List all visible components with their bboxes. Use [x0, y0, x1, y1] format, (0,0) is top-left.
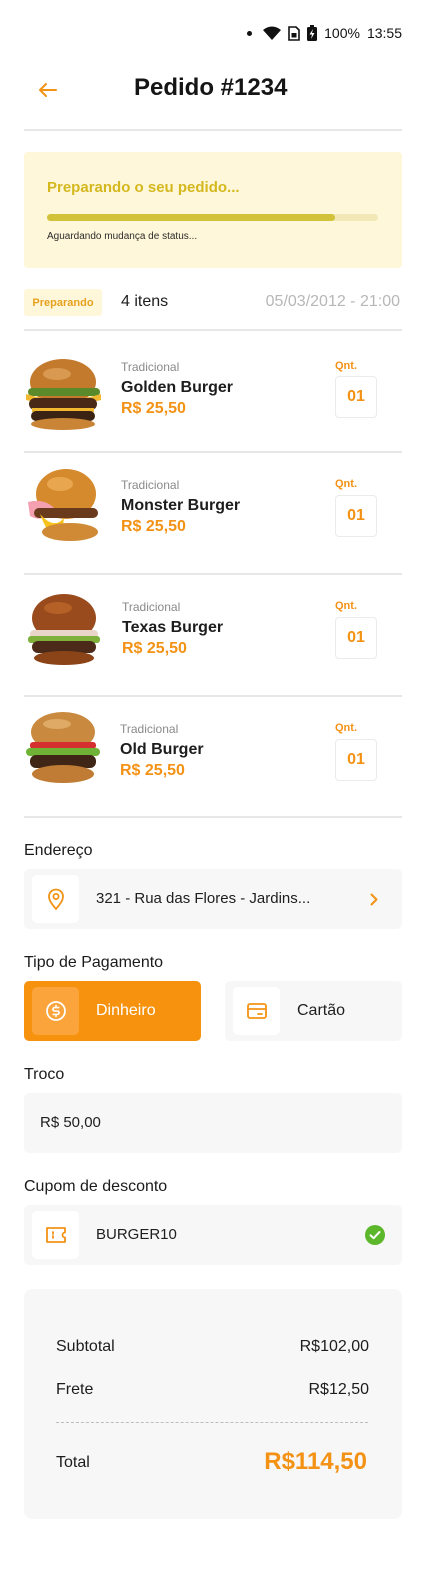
sim-icon [288, 25, 300, 41]
clock: 13:55 [366, 25, 402, 41]
coupon-label: Cupom de desconto [24, 1178, 168, 1195]
item-divider [24, 695, 402, 697]
order-totals-card: Subtotal R$102,00 Frete R$12,50 Total R$… [24, 1289, 402, 1519]
order-item[interactable]: Tradicional Monster Burger R$ 25,50 Qnt.… [24, 458, 402, 578]
item-category: Tradicional [121, 478, 180, 492]
burger-image [26, 712, 100, 783]
total-label: Total [56, 1454, 90, 1471]
qty-value[interactable]: 01 [335, 739, 377, 781]
status-bar: 100% 13:55 [247, 22, 402, 44]
arrow-left-icon [39, 83, 57, 97]
subtotal-value: R$102,00 [299, 1338, 369, 1355]
page-title: Pedido #1234 [134, 74, 288, 101]
burger-image [26, 359, 101, 430]
battery-percent: 100% [324, 25, 360, 41]
credit-card-icon [246, 1003, 267, 1019]
item-price: R$ 25,50 [121, 518, 186, 535]
address-field[interactable]: 321 - Rua das Flores - Jardins... [24, 869, 402, 929]
order-date: 05/03/2012 - 21:00 [265, 293, 400, 310]
item-category: Tradicional [122, 600, 181, 614]
coupon-icon-box [32, 1211, 79, 1259]
item-name: Monster Burger [121, 497, 241, 514]
order-status-card: Preparando o seu pedido... Aguardando mu… [24, 152, 402, 268]
item-name: Old Burger [120, 741, 204, 758]
payment-card-label: Cartão [297, 1002, 346, 1019]
change-label: Troco [24, 1066, 65, 1083]
item-price: R$ 25,50 [120, 762, 185, 779]
chevron-right-icon [370, 893, 378, 906]
item-category: Tradicional [121, 360, 180, 374]
shipping-value: R$12,50 [308, 1381, 370, 1398]
order-progress-fill [47, 214, 335, 221]
back-button[interactable] [34, 76, 62, 104]
order-status-title: Preparando o seu pedido... [47, 179, 240, 196]
totals-divider [56, 1422, 368, 1423]
card-icon-box [233, 987, 280, 1035]
qty-label: Qnt. [335, 722, 357, 734]
status-badge: Preparando [24, 289, 102, 316]
qty-value[interactable]: 01 [335, 376, 377, 418]
change-value: R$ 50,00 [40, 1114, 101, 1131]
order-item[interactable]: Tradicional Texas Burger R$ 25,50 Qnt. 0… [24, 580, 402, 700]
qty-value[interactable]: 01 [335, 617, 377, 659]
cash-icon-box [32, 987, 79, 1035]
coupon-input[interactable]: BURGER10 [24, 1205, 402, 1265]
header: Pedido #1234 [24, 68, 404, 110]
order-item[interactable]: Tradicional Golden Burger R$ 25,50 Qnt. … [24, 340, 402, 460]
header-divider [24, 129, 402, 131]
qty-value[interactable]: 01 [335, 495, 377, 537]
burger-image [28, 594, 100, 665]
item-name: Golden Burger [121, 379, 234, 396]
summary-divider [24, 329, 402, 331]
order-summary: Preparando 4 itens 05/03/2012 - 21:00 [24, 289, 402, 317]
dollar-coin-icon [45, 1001, 66, 1021]
item-count: 4 itens [121, 293, 169, 310]
order-progress-bar [47, 214, 378, 221]
subtotal-label: Subtotal [56, 1338, 115, 1355]
item-price: R$ 25,50 [122, 640, 187, 657]
payment-cash-button[interactable]: Dinheiro [24, 981, 201, 1041]
burger-image [28, 469, 98, 541]
coupon-value: BURGER10 [96, 1226, 177, 1243]
address-label: Endereço [24, 842, 93, 859]
item-divider [24, 816, 402, 818]
wifi-icon [263, 26, 282, 40]
change-input[interactable]: R$ 50,00 [24, 1093, 402, 1153]
ticket-icon [45, 1227, 66, 1243]
address-value: 321 - Rua das Flores - Jardins... [96, 890, 311, 907]
payment-card-button[interactable]: Cartão [225, 981, 402, 1041]
order-item[interactable]: Tradicional Old Burger R$ 25,50 Qnt. 01 [24, 702, 402, 822]
shipping-label: Frete [56, 1381, 94, 1398]
item-category: Tradicional [120, 722, 179, 736]
item-divider [24, 573, 402, 575]
qty-label: Qnt. [335, 478, 357, 490]
notification-dot-icon [247, 30, 253, 36]
payment-cash-label: Dinheiro [96, 1002, 156, 1019]
battery-charging-icon [307, 25, 318, 41]
payment-type-label: Tipo de Pagamento [24, 954, 164, 971]
location-pin-icon [47, 888, 64, 910]
total-value: R$114,50 [264, 1448, 367, 1475]
qty-label: Qnt. [335, 600, 357, 612]
address-icon-box [32, 875, 79, 923]
item-price: R$ 25,50 [121, 400, 186, 417]
order-status-subtitle: Aguardando mudança de status... [47, 231, 198, 242]
item-name: Texas Burger [122, 619, 224, 636]
check-circle-icon [365, 1225, 385, 1245]
qty-label: Qnt. [335, 360, 357, 372]
item-divider [24, 451, 402, 453]
